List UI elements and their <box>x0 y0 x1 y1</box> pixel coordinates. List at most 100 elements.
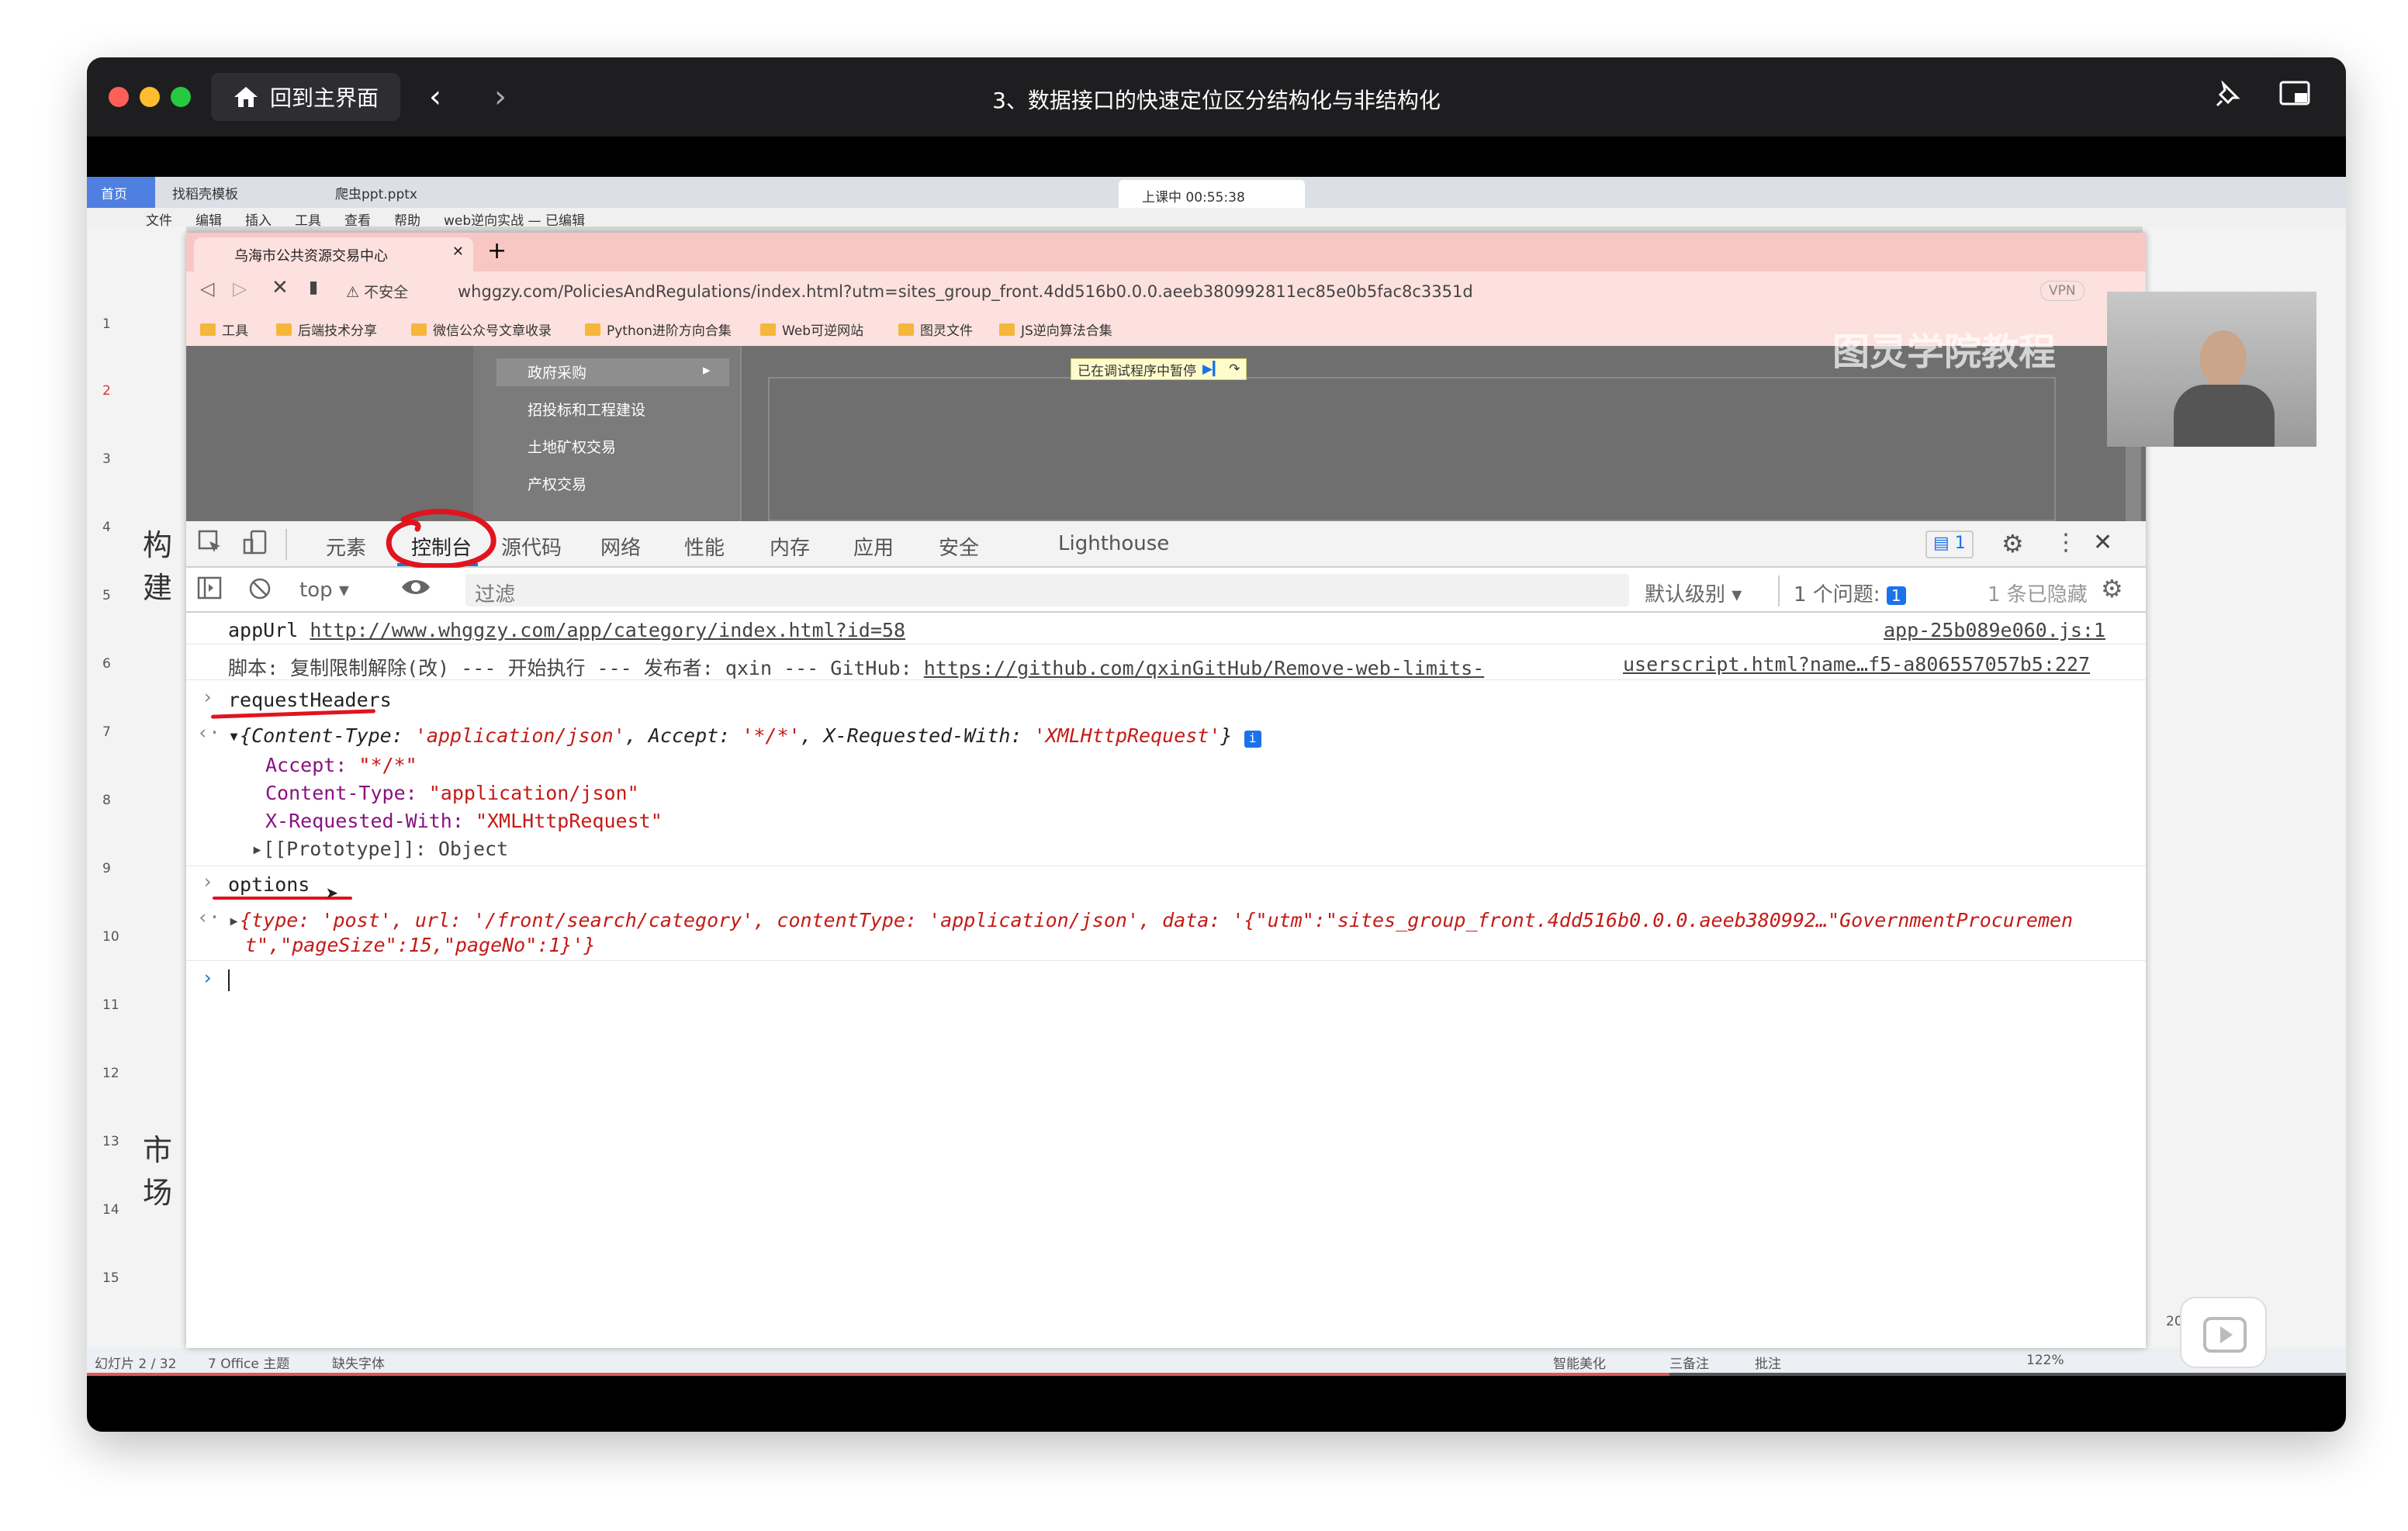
slide-number[interactable]: 9 <box>102 861 111 876</box>
obj-text: , X-Requested-With: <box>800 724 1034 747</box>
console-settings-icon[interactable]: ⚙ <box>2101 574 2123 603</box>
back-icon[interactable]: ◁ <box>200 278 214 299</box>
step-over-icon[interactable]: ↷ <box>1229 361 1240 377</box>
messages-counter[interactable]: ▤ 1 <box>1925 530 1974 558</box>
tab-security[interactable]: 安全 <box>939 532 979 561</box>
nav-item[interactable]: 土地矿权交易 <box>528 436 616 457</box>
pin-icon[interactable] <box>2211 80 2245 115</box>
slide-number[interactable]: 10 <box>102 929 119 945</box>
filter-input[interactable]: 过滤 <box>465 574 1629 607</box>
issues-button[interactable]: 1 个问题: 1 <box>1794 579 1911 607</box>
video-progress-bar[interactable] <box>87 1373 2346 1376</box>
address-bar: ◁ ▷ ✕ ▮ ⚠ 不安全 whggzy.com/PoliciesAndRegu… <box>186 271 2146 310</box>
paused-label: 已在调试程序中暂停 <box>1078 363 1196 379</box>
tab-memory[interactable]: 内存 <box>770 532 810 561</box>
vpn-button[interactable]: VPN <box>2040 281 2085 301</box>
picture-in-picture-icon[interactable] <box>2278 81 2312 115</box>
console-prompt-input[interactable] <box>228 969 230 991</box>
log-level-select[interactable]: 默认级别 ▾ <box>1645 579 1742 607</box>
nav-item[interactable]: 政府采购 <box>528 361 586 382</box>
status-font[interactable]: 缺失字体 <box>332 1353 385 1372</box>
content-box <box>768 377 2056 521</box>
bookmark-item[interactable]: 图灵文件 <box>898 320 973 339</box>
slide-number[interactable]: 12 <box>102 1066 119 1081</box>
tab-application[interactable]: 应用 <box>853 532 894 561</box>
stop-icon[interactable]: ✕ <box>272 276 289 299</box>
context-selector[interactable]: top ▾ <box>299 579 349 602</box>
status-notes[interactable]: 三备注 <box>1669 1353 1709 1372</box>
inspect-icon[interactable] <box>197 529 223 561</box>
tab-sources[interactable]: 源代码 <box>501 532 562 561</box>
presenter-body <box>2174 385 2275 447</box>
bookmark-item[interactable]: 后端技术分享 <box>276 320 377 339</box>
bookmark-item[interactable]: Python进阶方向合集 <box>585 320 732 339</box>
menu-help[interactable]: 帮助 <box>394 209 420 229</box>
slide-number[interactable]: 4 <box>102 520 111 535</box>
clear-console-icon[interactable] <box>248 577 272 606</box>
sidebar-toggle-icon[interactable] <box>197 575 222 606</box>
video-progress-fill <box>87 1373 1669 1376</box>
ppt-tab-file[interactable]: 爬虫ppt.pptx <box>335 183 417 202</box>
menu-insert[interactable]: 插入 <box>245 209 272 229</box>
bookmark-item[interactable]: 微信公众号文章收录 <box>411 320 552 339</box>
status-beautify[interactable]: 智能美化 <box>1553 1353 1606 1372</box>
slide-number[interactable]: 5 <box>102 588 111 603</box>
source-link[interactable]: app-25b089e060.js:1 <box>1884 619 2105 641</box>
insecure-label[interactable]: ⚠ 不安全 <box>346 281 408 302</box>
status-comment[interactable]: 批注 <box>1755 1353 1781 1372</box>
info-icon[interactable]: i <box>1244 731 1261 748</box>
play-button[interactable] <box>2180 1297 2267 1368</box>
tab-performance[interactable]: 性能 <box>684 532 725 561</box>
bookmark-label: 工具 <box>222 323 248 339</box>
status-zoom[interactable]: 122% <box>2026 1353 2064 1368</box>
slide-number[interactable]: 2 <box>102 383 111 399</box>
menu-edit[interactable]: 编辑 <box>195 209 222 229</box>
bookmark-item[interactable]: JS逆向算法合集 <box>999 320 1112 339</box>
tab-network[interactable]: 网络 <box>600 532 641 561</box>
bookmark-item[interactable]: 工具 <box>200 320 248 339</box>
settings-icon[interactable]: ⚙ <box>2001 529 2024 558</box>
eye-icon[interactable] <box>400 574 431 606</box>
tab-elements[interactable]: 元素 <box>326 532 366 561</box>
close-devtools-icon[interactable]: ✕ <box>2093 529 2112 556</box>
device-toolbar-icon[interactable] <box>242 529 268 561</box>
menu-view[interactable]: 查看 <box>344 209 371 229</box>
slide-number[interactable]: 7 <box>102 724 111 740</box>
new-tab-icon[interactable]: + <box>487 237 507 264</box>
bookmark-item[interactable]: Web可逆网站 <box>760 320 863 339</box>
source-link[interactable]: userscript.html?name…f5-a806557057b5:227 <box>1623 653 2090 676</box>
log-text: 脚本: 复制限制解除(改) --- 开始执行 --- 发布者: qxin ---… <box>228 657 912 679</box>
slide-number[interactable]: 1 <box>102 316 111 332</box>
tab-lighthouse[interactable]: Lighthouse <box>1058 532 1169 555</box>
more-options-icon[interactable]: ⋮ <box>2054 529 2078 556</box>
slide-number[interactable]: 13 <box>102 1134 119 1149</box>
circle-annotation <box>386 509 496 569</box>
slide-number[interactable]: 3 <box>102 451 111 467</box>
object-summary[interactable]: ▾{Content-Type: 'application/json', Acce… <box>228 724 1261 748</box>
slide-number[interactable]: 6 <box>102 656 111 672</box>
prototype-row[interactable]: ▸[[Prototype]]: Object <box>251 838 508 860</box>
nav-item[interactable]: 招投标和工程建设 <box>528 399 645 420</box>
url-input[interactable]: whggzy.com/PoliciesAndRegulations/index.… <box>458 276 2051 306</box>
browser-tab[interactable]: 乌海市公共资源交易中心 ✕ <box>194 237 473 271</box>
menu-tools[interactable]: 工具 <box>295 209 321 229</box>
slide-number[interactable]: 14 <box>102 1202 119 1218</box>
bookmark-label: 后端技术分享 <box>298 323 377 339</box>
ppt-tab-template[interactable]: 找稻壳模板 <box>172 183 238 202</box>
nav-item[interactable]: 产权交易 <box>528 473 586 494</box>
forward-icon[interactable]: ▷ <box>233 278 247 299</box>
slide-number[interactable]: 11 <box>102 997 119 1013</box>
object-summary[interactable]: ▸{type: 'post', url: '/front/search/cate… <box>228 909 2073 931</box>
log-link[interactable]: http://www.whggzy.com/app/category/index… <box>310 619 905 641</box>
bookmark-icon[interactable]: ▮ <box>309 278 318 297</box>
obj-text: {type: 'post', url: '/front/search/categ… <box>240 909 2074 931</box>
slide-number[interactable]: 15 <box>102 1270 119 1286</box>
close-tab-icon[interactable]: ✕ <box>452 244 464 260</box>
log-link[interactable]: https://github.com/qxinGitHub/Remove-web… <box>924 657 1484 679</box>
ppt-tab-home[interactable]: 首页 <box>87 177 155 208</box>
input-chevron-icon: › <box>202 870 214 893</box>
resume-icon[interactable]: ▶▎ <box>1202 361 1223 377</box>
bookmark-label: 微信公众号文章收录 <box>433 323 552 339</box>
slide-number[interactable]: 8 <box>102 793 111 808</box>
obj-text: {Content-Type: <box>240 724 415 747</box>
